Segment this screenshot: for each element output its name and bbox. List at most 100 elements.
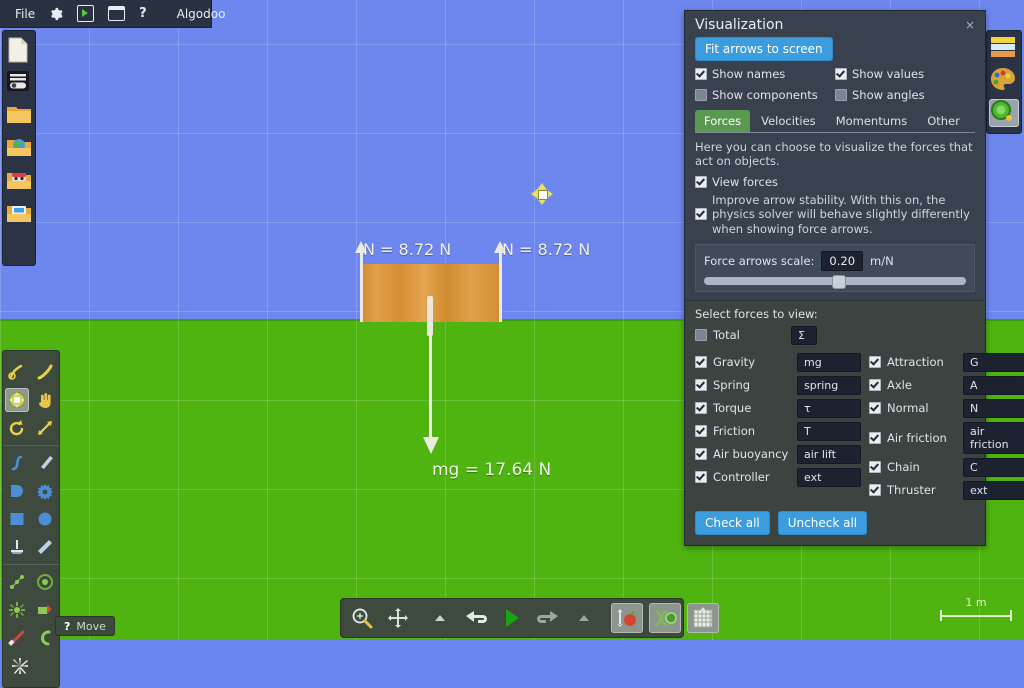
gravity-toggle-button[interactable] — [611, 603, 643, 633]
material-swatches-icon[interactable] — [989, 35, 1019, 63]
fixate-tool[interactable] — [5, 535, 29, 559]
view-forces-checkbox[interactable] — [695, 175, 707, 188]
force-row-controller[interactable]: Controller ext — [695, 467, 861, 487]
step-forward-small-button[interactable] — [569, 603, 599, 633]
show-names-checkbox[interactable] — [695, 68, 707, 80]
spline-tool[interactable] — [5, 451, 29, 475]
visualization-panel[interactable]: Visualization × Fit arrows to screen Sho… — [684, 10, 1024, 546]
tab-momentums[interactable]: Momentums — [827, 110, 917, 132]
check-all-button[interactable]: Check all — [695, 510, 770, 535]
color-palette-icon[interactable] — [989, 67, 1019, 95]
spring-tag[interactable]: spring — [797, 375, 861, 395]
arrow-stability-option[interactable]: Improve arrow stability. With this on, t… — [695, 193, 975, 236]
grid-toggle-button[interactable] — [687, 603, 719, 633]
menu-item-file[interactable]: File — [8, 4, 42, 24]
tab-velocities[interactable]: Velocities — [752, 110, 825, 132]
gravity-checkbox[interactable] — [695, 356, 707, 369]
force-row-air-friction[interactable]: Air friction air friction — [869, 421, 1024, 454]
chain-checkbox[interactable] — [869, 461, 881, 474]
circle-tool[interactable] — [33, 507, 57, 531]
left-sidebar[interactable] — [2, 30, 36, 266]
pan-tool-button[interactable] — [383, 603, 413, 633]
spring-checkbox[interactable] — [695, 379, 707, 392]
thruster-tag[interactable]: ext — [963, 480, 1024, 500]
redo-button[interactable] — [533, 603, 563, 633]
force-row-spring[interactable]: Spring spring — [695, 375, 861, 395]
attraction-tag[interactable]: G — [963, 352, 1024, 372]
tab-other[interactable]: Other — [918, 110, 969, 132]
show-angles-checkbox[interactable] — [835, 89, 847, 101]
force-row-gravity[interactable]: Gravity mg — [695, 352, 861, 372]
controller-tag[interactable]: ext — [797, 467, 861, 487]
uncheck-all-button[interactable]: Uncheck all — [777, 510, 868, 535]
axle-tag[interactable]: A — [963, 375, 1024, 395]
show-angles-option[interactable]: Show angles — [835, 88, 975, 102]
friction-checkbox[interactable] — [695, 425, 707, 438]
force-row-total[interactable]: Total Σ — [695, 325, 975, 345]
force-row-thruster[interactable]: Thruster ext — [869, 480, 1024, 500]
scene-options-icon[interactable] — [6, 70, 32, 96]
air-friction-tag[interactable]: air friction — [963, 421, 1024, 454]
draw-tool[interactable] — [5, 360, 29, 384]
help-icon[interactable]: ? — [132, 3, 154, 24]
collision-toggle-button[interactable] — [649, 603, 681, 633]
total-checkbox[interactable] — [695, 329, 707, 342]
thruster-checkbox[interactable] — [869, 484, 881, 497]
torque-checkbox[interactable] — [695, 402, 707, 415]
air-buoyancy-tag[interactable]: air lift — [797, 444, 861, 464]
window-icon[interactable] — [101, 3, 132, 24]
new-scene-icon[interactable] — [6, 37, 32, 63]
drag-hand-tool[interactable] — [33, 388, 57, 412]
force-row-air-buoyancy[interactable]: Air buoyancy air lift — [695, 444, 861, 464]
close-icon[interactable]: × — [965, 18, 975, 32]
friction-tag[interactable]: T — [797, 421, 861, 441]
force-row-torque[interactable]: Torque τ — [695, 398, 861, 418]
gear-icon[interactable] — [42, 4, 70, 24]
plane-tool[interactable] — [33, 535, 57, 559]
torque-tag[interactable]: τ — [797, 398, 861, 418]
controller-checkbox[interactable] — [695, 471, 707, 484]
force-row-chain[interactable]: Chain C — [869, 457, 1024, 477]
pen-tool[interactable] — [33, 360, 57, 384]
total-tag[interactable]: Σ — [791, 325, 817, 345]
show-components-option[interactable]: Show components — [695, 88, 835, 102]
force-scale-value[interactable]: 0.20 — [821, 250, 864, 271]
move-tool[interactable] — [5, 388, 29, 412]
menu-bar[interactable]: File ? Algodoo — [0, 0, 225, 28]
arrow-stability-checkbox[interactable] — [695, 208, 707, 221]
chain-tool[interactable] — [5, 570, 29, 594]
laser-tool[interactable] — [5, 626, 29, 650]
show-values-checkbox[interactable] — [835, 68, 847, 80]
polygon-tool[interactable] — [5, 479, 29, 503]
show-names-option[interactable]: Show names — [695, 67, 835, 81]
air-friction-checkbox[interactable] — [869, 431, 881, 444]
view-forces-option[interactable]: View forces — [695, 175, 975, 189]
box-tool[interactable] — [5, 507, 29, 531]
axle-tool[interactable] — [33, 570, 57, 594]
force-scale-slider[interactable] — [704, 274, 966, 289]
rotate-tool[interactable] — [5, 416, 29, 440]
axle-checkbox[interactable] — [869, 379, 881, 392]
force-row-attraction[interactable]: Attraction G — [869, 352, 1024, 372]
zoom-tool-button[interactable] — [347, 603, 377, 633]
thruster-tool[interactable] — [33, 598, 57, 622]
play-button[interactable] — [497, 603, 527, 633]
play-box-icon[interactable] — [70, 2, 101, 25]
force-row-friction[interactable]: Friction T — [695, 421, 861, 441]
gear-shape-tool[interactable] — [33, 479, 57, 503]
force-scale-slider-knob[interactable] — [832, 274, 847, 289]
show-components-checkbox[interactable] — [695, 89, 707, 101]
right-sidebar[interactable] — [986, 30, 1022, 134]
spring-tool[interactable] — [5, 598, 29, 622]
undo-button[interactable] — [461, 603, 491, 633]
saved-folder-icon[interactable] — [6, 202, 32, 228]
my-scenes-folder-icon[interactable] — [6, 169, 32, 195]
bottom-toolbar[interactable] — [340, 598, 719, 638]
step-back-small-button[interactable] — [425, 603, 455, 633]
tool-palette[interactable] — [2, 350, 60, 688]
gravity-tag[interactable]: mg — [797, 352, 861, 372]
normal-checkbox[interactable] — [869, 402, 881, 415]
tab-forces[interactable]: Forces — [695, 110, 751, 132]
open-folder-icon[interactable] — [6, 103, 32, 129]
normal-tag[interactable]: N — [963, 398, 1024, 418]
